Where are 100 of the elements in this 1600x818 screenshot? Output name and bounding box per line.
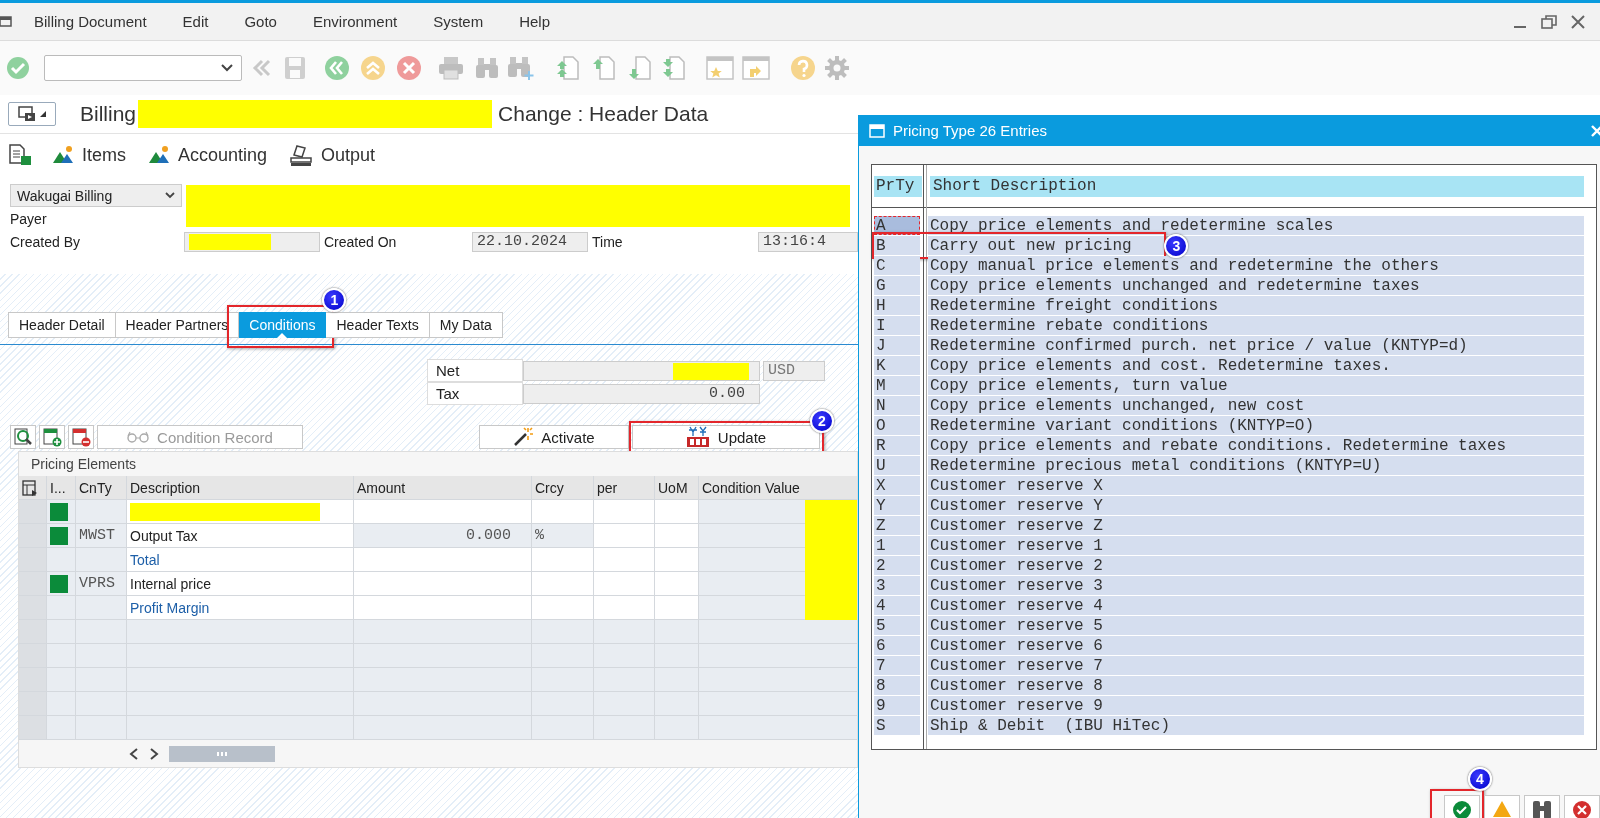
type-code[interactable]: U bbox=[874, 456, 920, 475]
type-description[interactable]: Redetermine confirmed purch. net price / value (KNTYP=d) bbox=[928, 336, 1584, 355]
type-code[interactable]: K bbox=[874, 356, 920, 375]
type-code[interactable]: G bbox=[874, 276, 920, 295]
type-description[interactable]: Redetermine variant conditions (KNTYP=O) bbox=[928, 416, 1584, 435]
type-code[interactable]: 3 bbox=[874, 576, 920, 595]
page-arrow-icon[interactable] bbox=[628, 55, 652, 81]
type-description[interactable]: Copy manual price elements and redetermine the others bbox=[928, 256, 1584, 275]
row-header[interactable] bbox=[19, 644, 47, 668]
page-arrow-icon[interactable] bbox=[662, 55, 686, 81]
update-button[interactable]: Update bbox=[632, 425, 820, 449]
type-description[interactable]: Customer reserve 6 bbox=[928, 636, 1584, 655]
type-description[interactable]: Copy price elements unchanged and redetermine taxes bbox=[928, 276, 1584, 295]
time-field[interactable]: 13:16:4 bbox=[758, 231, 858, 252]
cancel-icon[interactable] bbox=[396, 55, 422, 81]
view-dropdown[interactable]: Wakugai Billing bbox=[10, 184, 182, 207]
delete-row-button[interactable] bbox=[68, 425, 94, 449]
column-header[interactable]: Description bbox=[127, 476, 354, 500]
scroll-left-icon[interactable] bbox=[129, 748, 139, 760]
type-code[interactable]: H bbox=[874, 296, 920, 315]
type-description[interactable]: Customer reserve 9 bbox=[928, 696, 1584, 715]
type-code[interactable]: 8 bbox=[874, 676, 920, 695]
type-description[interactable]: Customer reserve 4 bbox=[928, 596, 1584, 615]
check-icon[interactable] bbox=[6, 56, 30, 80]
column-header[interactable]: per bbox=[594, 476, 655, 500]
type-description[interactable]: Redetermine precious metal conditions (KNTYP=U) bbox=[928, 456, 1584, 475]
confirm-button[interactable] bbox=[1444, 795, 1480, 818]
screen-menu-button[interactable] bbox=[8, 102, 56, 126]
menu-item[interactable]: Help bbox=[515, 11, 555, 32]
type-code[interactable]: I bbox=[874, 316, 920, 335]
type-code[interactable]: 2 bbox=[874, 556, 920, 575]
caret-icon[interactable] bbox=[221, 64, 233, 72]
type-description[interactable]: Customer reserve X bbox=[928, 476, 1584, 495]
binoculars-plus-icon[interactable] bbox=[508, 55, 534, 81]
type-code[interactable]: S bbox=[874, 716, 920, 735]
table-settings-icon[interactable] bbox=[22, 479, 38, 496]
type-description[interactable]: Redetermine freight conditions bbox=[928, 296, 1584, 315]
command-field[interactable] bbox=[44, 55, 242, 81]
back-icon[interactable] bbox=[324, 55, 350, 81]
type-code[interactable]: C bbox=[874, 256, 920, 275]
tab[interactable]: Header Partners bbox=[115, 312, 240, 338]
binoculars-icon[interactable] bbox=[476, 56, 498, 80]
type-code[interactable]: B bbox=[874, 236, 920, 255]
column-header[interactable]: Condition Value bbox=[699, 476, 857, 500]
type-description[interactable]: Customer reserve 3 bbox=[928, 576, 1584, 595]
tab[interactable]: Header Texts bbox=[326, 312, 430, 338]
menu-item[interactable]: Environment bbox=[308, 11, 402, 32]
type-description[interactable]: Copy price elements unchanged, new cost bbox=[928, 396, 1584, 415]
page-arrow-icon[interactable] bbox=[592, 55, 616, 81]
save-icon[interactable] bbox=[284, 56, 306, 80]
type-description[interactable]: Customer reserve 1 bbox=[928, 536, 1584, 555]
type-description[interactable]: Customer reserve Z bbox=[928, 516, 1584, 535]
column-header[interactable]: Amount bbox=[354, 476, 532, 500]
type-code[interactable]: Y bbox=[874, 496, 920, 515]
type-description[interactable]: Customer reserve Y bbox=[928, 496, 1584, 515]
type-description[interactable]: Copy price elements and redetermine scales bbox=[928, 216, 1584, 235]
column-header[interactable]: CnTy bbox=[76, 476, 127, 500]
settings-icon[interactable] bbox=[824, 55, 850, 81]
menu-item[interactable]: Goto bbox=[240, 11, 281, 32]
column-header[interactable]: PrTy bbox=[874, 175, 922, 197]
menu-item[interactable]: Billing Document bbox=[30, 11, 151, 32]
row-header[interactable] bbox=[19, 692, 47, 716]
row-header[interactable] bbox=[19, 668, 47, 692]
date-field[interactable]: 22.10.2024 bbox=[472, 231, 588, 252]
activate-button[interactable]: Activate bbox=[479, 425, 629, 449]
restore-icon[interactable] bbox=[1540, 13, 1558, 30]
column-header[interactable]: Crcy bbox=[532, 476, 594, 500]
type-description[interactable]: Copy price elements and rebate conditions. Redetermine taxes bbox=[928, 436, 1584, 455]
scroll-right-icon[interactable] bbox=[149, 748, 159, 760]
action-icon-button[interactable] bbox=[8, 143, 32, 167]
type-code[interactable]: R bbox=[874, 436, 920, 455]
help-icon[interactable] bbox=[790, 55, 816, 81]
type-description[interactable]: Copy price elements, turn value bbox=[928, 376, 1584, 395]
type-description[interactable]: Customer reserve 7 bbox=[928, 656, 1584, 675]
up-icon[interactable] bbox=[360, 55, 386, 81]
add-row-button[interactable] bbox=[39, 425, 65, 449]
type-description[interactable]: Copy price elements and cost. Redetermine taxes. bbox=[928, 356, 1584, 375]
menu-item[interactable]: System bbox=[429, 11, 488, 32]
close-icon[interactable] bbox=[1570, 13, 1586, 30]
print-icon[interactable] bbox=[438, 56, 464, 80]
column-header[interactable]: Short Description bbox=[930, 175, 1584, 197]
type-code[interactable]: 9 bbox=[874, 696, 920, 715]
detail-button[interactable] bbox=[10, 425, 36, 449]
type-code[interactable]: M bbox=[874, 376, 920, 395]
window-menu-icon[interactable] bbox=[0, 14, 12, 29]
menu-item[interactable]: Edit bbox=[178, 11, 213, 32]
page-arrow-icon[interactable] bbox=[556, 55, 580, 81]
row-header[interactable] bbox=[19, 572, 47, 596]
type-code[interactable]: Z bbox=[874, 516, 920, 535]
action-button[interactable]: Items bbox=[52, 144, 126, 166]
row-header[interactable] bbox=[19, 548, 47, 572]
tab[interactable]: Header Detail bbox=[8, 312, 116, 338]
input-field[interactable] bbox=[184, 231, 320, 252]
type-code[interactable]: 7 bbox=[874, 656, 920, 675]
row-header[interactable] bbox=[19, 524, 47, 548]
cancel-button[interactable] bbox=[1564, 795, 1600, 818]
find-button[interactable] bbox=[1524, 795, 1560, 818]
action-button[interactable]: Accounting bbox=[148, 144, 268, 166]
scrollbar-thumb[interactable] bbox=[169, 746, 275, 762]
type-description[interactable]: Redetermine rebate conditions bbox=[928, 316, 1584, 335]
